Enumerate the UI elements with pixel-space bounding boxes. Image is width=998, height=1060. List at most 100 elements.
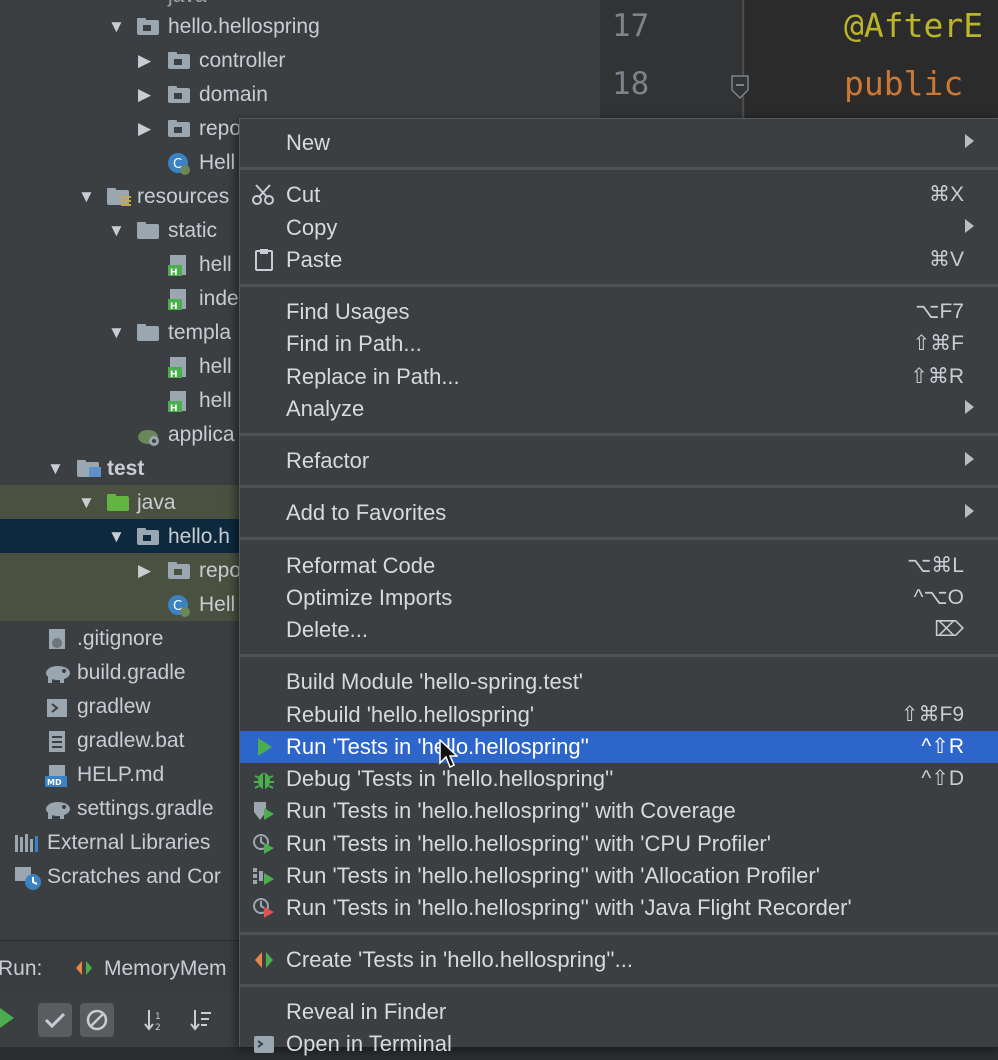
tree-label: .gitignore [77,627,164,650]
expand-arrow-icon[interactable]: ▼ [108,323,125,343]
menu-item-replace-in-path[interactable]: Replace in Path... ⇧⌘R [240,361,998,393]
menu-item-debug-tests[interactable]: Debug 'Tests in 'hello.hellospring'' ^⇧D [240,763,998,795]
debug-icon [252,768,276,790]
cpu-profiler-icon [252,833,276,855]
menu-item-run-with-flight-recorder[interactable]: Run 'Tests in 'hello.hellospring'' with … [240,892,998,924]
rerun-icon[interactable] [0,1005,16,1036]
code-line: @AfterE [844,6,984,45]
menu-item-reveal-in-finder[interactable]: Reveal in Finder [240,996,998,1028]
menu-item-rebuild[interactable]: Rebuild 'hello.hellospring' ⇧⌘F9 [240,699,998,731]
tree-label: gradlew.bat [77,729,185,752]
tree-label: External Libraries [47,831,211,854]
menu-item-shortcut: ⇧⌘R [910,365,964,388]
menu-item-new[interactable]: New [240,127,998,159]
check-icon [44,1012,66,1029]
package-folder-icon [137,527,159,545]
gradle-icon [45,799,70,819]
svg-text:H: H [170,370,178,379]
collapse-arrow-icon[interactable]: ▶ [138,561,151,581]
spring-class-icon: C [168,153,190,175]
show-passed-button[interactable] [38,1003,72,1037]
menu-item-copy[interactable]: Copy [240,212,998,244]
module-folder-icon [77,459,101,477]
context-menu: New Cut ⌘X Copy Paste ⌘V Find Usages ⌥F7… [239,118,998,1056]
menu-item-run-with-cpu-profiler[interactable]: Run 'Tests in 'hello.hellospring'' with … [240,828,998,860]
menu-separator [240,167,998,170]
clipboard-icon [252,249,276,271]
package-folder-icon [137,17,159,35]
menu-separator [240,984,998,987]
menu-item-run-with-allocation-profiler[interactable]: Run 'Tests in 'hello.hellospring'' with … [240,860,998,892]
menu-item-label: Add to Favorites [286,500,447,525]
expand-arrow-icon[interactable]: ▼ [108,221,125,241]
menu-item-cut[interactable]: Cut ⌘X [240,179,998,211]
markdown-file-icon: MD [45,765,67,787]
run-config-icon [74,959,94,982]
html-file-icon: H [168,289,190,311]
code-editor[interactable]: 17 18 @AfterE public [600,0,998,120]
run-tab[interactable]: MemoryMem [104,957,227,981]
menu-item-reformat-code[interactable]: Reformat Code ⌥⌘L [240,550,998,582]
menu-item-add-to-favorites[interactable]: Add to Favorites [240,497,998,529]
line-number: 17 [612,8,650,44]
sort-alpha-icon: 12 [144,1010,161,1032]
expand-arrow-icon[interactable]: ▼ [78,493,95,513]
menu-item-label: Delete... [286,617,368,642]
expand-arrow-icon[interactable]: ▼ [108,17,125,37]
menu-item-build-module[interactable]: Build Module 'hello-spring.test' [240,666,998,698]
tree-row-controller[interactable]: ▶ controller [0,43,600,77]
collapse-arrow-icon[interactable]: ▶ [138,51,151,71]
menu-item-run-with-coverage[interactable]: Run 'Tests in 'hello.hellospring'' with … [240,795,998,827]
svg-text:H: H [170,404,178,413]
menu-item-paste[interactable]: Paste ⌘V [240,244,998,276]
collapse-arrow-icon[interactable]: ▶ [138,85,151,105]
package-folder-icon [168,85,190,103]
menu-item-label: Run 'Tests in 'hello.hellospring'' with … [286,895,852,920]
menu-item-label: Run 'Tests in 'hello.hellospring'' with … [286,831,771,856]
menu-item-optimize-imports[interactable]: Optimize Imports ^⌥O [240,582,998,614]
allocation-profiler-icon [252,865,276,887]
create-config-icon [252,949,276,971]
expand-arrow-icon[interactable]: ▼ [78,187,95,207]
submenu-arrow-icon [965,134,974,148]
menu-item-shortcut: ⌥F7 [915,300,964,323]
menu-item-analyze[interactable]: Analyze [240,393,998,425]
tree-label: test [107,457,145,480]
tree-label: repo [199,559,242,582]
menu-separator [240,537,998,540]
menu-item-refactor[interactable]: Refactor [240,445,998,477]
menu-item-label: Find in Path... [286,331,422,356]
tree-label: settings.gradle [77,797,214,820]
menu-item-run-tests[interactable]: Run 'Tests in 'hello.hellospring'' ^⇧R [240,731,998,769]
gitignore-file-icon [47,629,69,649]
tree-label: hell [199,355,232,378]
fold-marker-icon[interactable] [730,74,750,100]
tree-label: hell [199,253,232,276]
menu-item-shortcut: ⌥⌘L [907,554,964,577]
expand-arrow-icon[interactable]: ▼ [108,527,125,547]
tree-label: domain [199,83,268,106]
menu-item-shortcut: ⇧⌘F [912,332,964,355]
tree-label: applica [168,423,235,446]
show-ignored-button[interactable] [80,1003,114,1037]
expand-arrow-icon[interactable]: ▼ [47,459,64,479]
menu-item-delete[interactable]: Delete... ⌦ [240,614,998,646]
tree-row-hello-hellospring[interactable]: ▼ hello.hellospring [0,9,600,43]
tree-label: java [137,491,176,514]
sort-by-duration-button[interactable] [184,1003,218,1037]
menu-item-label: Run 'Tests in 'hello.hellospring'' with … [286,798,736,823]
tree-row-domain[interactable]: ▶ domain [0,77,600,111]
tree-label: static [168,219,218,242]
scissors-icon [252,184,276,206]
menu-item-open-in-terminal[interactable]: Open in Terminal [240,1028,998,1060]
menu-item-find-in-path[interactable]: Find in Path... ⇧⌘F [240,328,998,360]
tree-label: resources [137,185,230,208]
tree-label: Hell [199,593,236,616]
menu-item-shortcut: ^⇧R [921,735,964,758]
menu-item-create-tests-config[interactable]: Create 'Tests in 'hello.hellospring''... [240,944,998,976]
svg-text:MD: MD [47,778,62,787]
libraries-icon [15,833,38,852]
collapse-arrow-icon[interactable]: ▶ [138,119,151,139]
menu-item-find-usages[interactable]: Find Usages ⌥F7 [240,296,998,328]
sort-alphabetically-button[interactable]: 12 [138,1003,172,1037]
